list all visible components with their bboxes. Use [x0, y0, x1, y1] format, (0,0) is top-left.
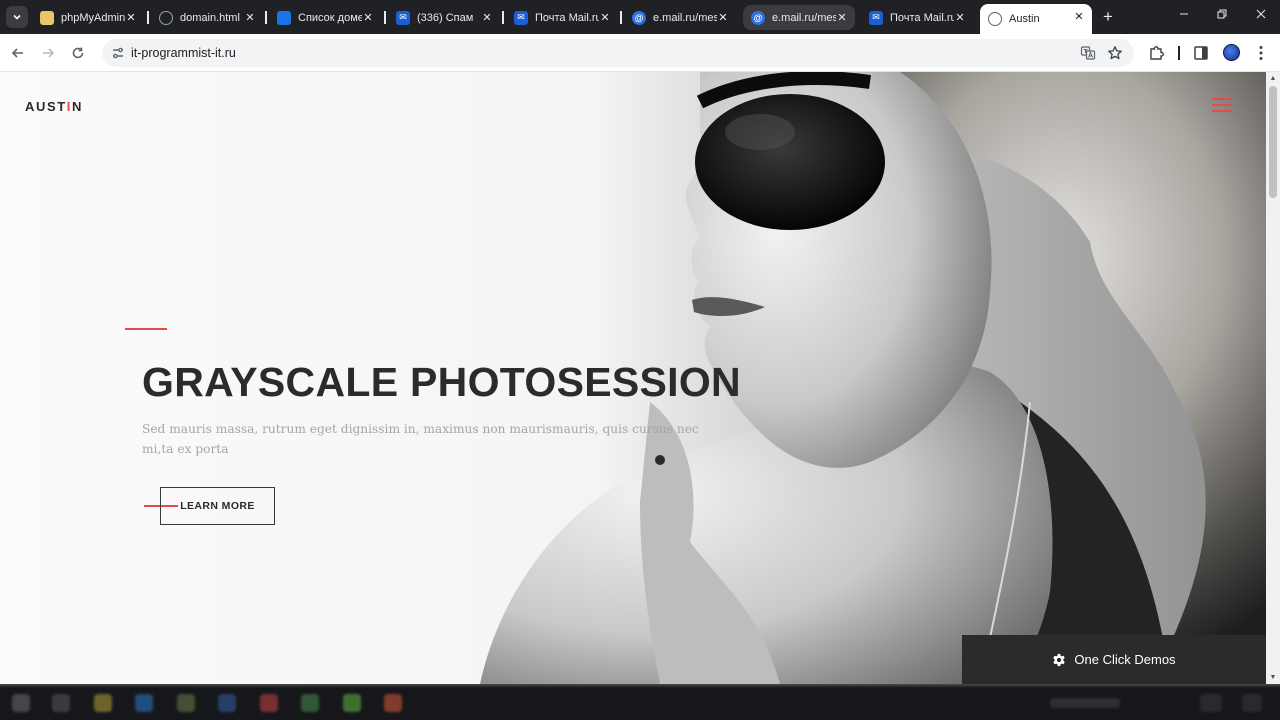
tab-close-icon[interactable]: ✕: [835, 10, 849, 24]
tab-strip: phpMyAdmin✕domain.html✕Список доменов✕✉(…: [0, 0, 1280, 34]
app-icon[interactable]: [218, 694, 236, 712]
tab-search-button[interactable]: [6, 6, 28, 28]
profile-avatar[interactable]: [1223, 44, 1240, 61]
globe-icon: [988, 12, 1002, 26]
minimize-button[interactable]: [1175, 8, 1193, 26]
app-icon[interactable]: [260, 694, 278, 712]
address-bar[interactable]: it-programmist-it.ru: [102, 39, 1134, 67]
tab-6[interactable]: @ e.mail.ru/messages✕: [743, 5, 855, 30]
translate-icon[interactable]: [1080, 45, 1096, 61]
mail-icon: ✉: [514, 10, 528, 25]
headline-accent-line: [125, 328, 167, 330]
tab-separator: [620, 11, 622, 24]
tab-title: Почта Mail.ru: [535, 11, 599, 24]
folder-icon[interactable]: [94, 694, 112, 712]
globe-icon: [159, 10, 173, 25]
toolbar-divider: [1178, 46, 1180, 60]
app-icon[interactable]: [384, 694, 402, 712]
tab-title: e.mail.ru/messages: [772, 11, 836, 24]
tab-title: phpMyAdmin: [61, 11, 125, 24]
scroll-up-arrow-icon[interactable]: ▲: [1269, 75, 1277, 83]
tab-close-icon[interactable]: ✕: [243, 10, 257, 24]
tray-icons[interactable]: [1050, 698, 1120, 708]
browser-toolbar: it-programmist-it.ru: [0, 34, 1280, 72]
app-icon[interactable]: [135, 694, 153, 712]
one-click-demos-button[interactable]: One Click Demos: [962, 635, 1266, 684]
mail-icon: ✉: [396, 10, 410, 25]
kebab-menu-icon[interactable]: [1252, 44, 1270, 62]
tab-title: Austin: [1009, 13, 1040, 25]
search-icon[interactable]: [52, 694, 70, 712]
chevron-down-icon: [13, 14, 21, 20]
tab-4[interactable]: ✉ Почта Mail.ru ✕: [506, 5, 618, 30]
tab-3[interactable]: ✉ (336) Спам ✕: [388, 5, 500, 30]
tab-5[interactable]: @ e.mail.ru/messages✕: [624, 5, 736, 30]
menu-hamburger-icon[interactable]: [1212, 97, 1232, 113]
side-panel-icon[interactable]: [1192, 44, 1210, 62]
os-taskbar: [0, 684, 1280, 720]
tab-title: e.mail.ru/messages: [653, 11, 717, 24]
forward-button[interactable]: [38, 43, 58, 63]
restore-icon: [1217, 9, 1227, 19]
demos-label: One Click Demos: [1074, 652, 1176, 667]
gear-icon: [1053, 653, 1066, 666]
site-info-icon[interactable]: [111, 46, 125, 60]
at-icon: @: [632, 10, 646, 25]
clock[interactable]: [1200, 694, 1222, 712]
page-viewport: AUSTIN GRAYSCALE PHOTOSESSION Sed mauris…: [0, 72, 1266, 684]
scroll-down-arrow-icon[interactable]: ▼: [1269, 674, 1277, 682]
tab-close-icon[interactable]: ✕: [953, 10, 967, 24]
tab-1[interactable]: domain.html ✕: [151, 5, 263, 30]
doc-icon: [277, 10, 291, 25]
hero-lead-text: Sed mauris massa, rutrum eget dignissim …: [142, 422, 699, 456]
logo-text-end: N: [72, 99, 84, 114]
learn-more-button[interactable]: LEARN MORE: [160, 487, 275, 525]
tab-8[interactable]: Austin ✕: [980, 4, 1092, 34]
tab-separator: [265, 11, 267, 24]
notification-icon[interactable]: [1242, 694, 1262, 712]
tab-title: (336) Спам: [417, 11, 474, 24]
logo-text: AUST: [25, 99, 67, 114]
close-window-button[interactable]: [1252, 8, 1270, 26]
at-icon: @: [751, 10, 765, 25]
maximize-button[interactable]: [1213, 8, 1231, 26]
minimize-icon: [1180, 13, 1188, 15]
tab-close-icon[interactable]: ✕: [598, 10, 612, 24]
reload-icon: [72, 47, 84, 59]
tab-title: domain.html: [180, 11, 240, 24]
tab-close-icon[interactable]: ✕: [124, 10, 138, 24]
taskbar-edge: [0, 684, 1280, 688]
reload-button[interactable]: [68, 43, 88, 63]
tab-title: Почта Mail.ru: [890, 11, 954, 24]
arrow-right-icon: [43, 48, 55, 58]
start-icon[interactable]: [12, 694, 30, 712]
tab-0[interactable]: phpMyAdmin ✕: [32, 5, 144, 30]
close-icon: [1256, 9, 1266, 19]
extensions-puzzle-icon[interactable]: [1148, 44, 1166, 62]
new-tab-button[interactable]: +: [1099, 8, 1117, 26]
tab-close-icon[interactable]: ✕: [480, 10, 494, 24]
site-logo[interactable]: AUSTIN: [25, 99, 83, 114]
app-icon[interactable]: [301, 694, 319, 712]
app-icon[interactable]: [343, 694, 361, 712]
tab-close-icon[interactable]: ✕: [1072, 9, 1086, 23]
tab-separator: [147, 11, 149, 24]
phpmyadmin-icon: [40, 10, 54, 25]
tab-separator: [502, 11, 504, 24]
scrollbar-thumb[interactable]: [1269, 86, 1277, 198]
hero-headline: GRAYSCALE PHOTOSESSION: [142, 359, 741, 405]
tab-separator: [384, 11, 386, 24]
page-scrollbar[interactable]: ▲ ▼: [1266, 72, 1280, 684]
tab-title: Список доменов: [298, 11, 362, 24]
bookmark-star-icon[interactable]: [1107, 45, 1123, 61]
app-icon[interactable]: [177, 694, 195, 712]
tab-close-icon[interactable]: ✕: [716, 10, 730, 24]
back-button[interactable]: [8, 43, 28, 63]
tab-7[interactable]: ✉ Почта Mail.ru ✕: [861, 5, 973, 30]
arrow-left-icon: [11, 48, 23, 58]
tab-2[interactable]: Список доменов✕: [269, 5, 381, 30]
tab-close-icon[interactable]: ✕: [361, 10, 375, 24]
address-url[interactable]: it-programmist-it.ru: [131, 46, 236, 60]
mail-icon: ✉: [869, 10, 883, 25]
